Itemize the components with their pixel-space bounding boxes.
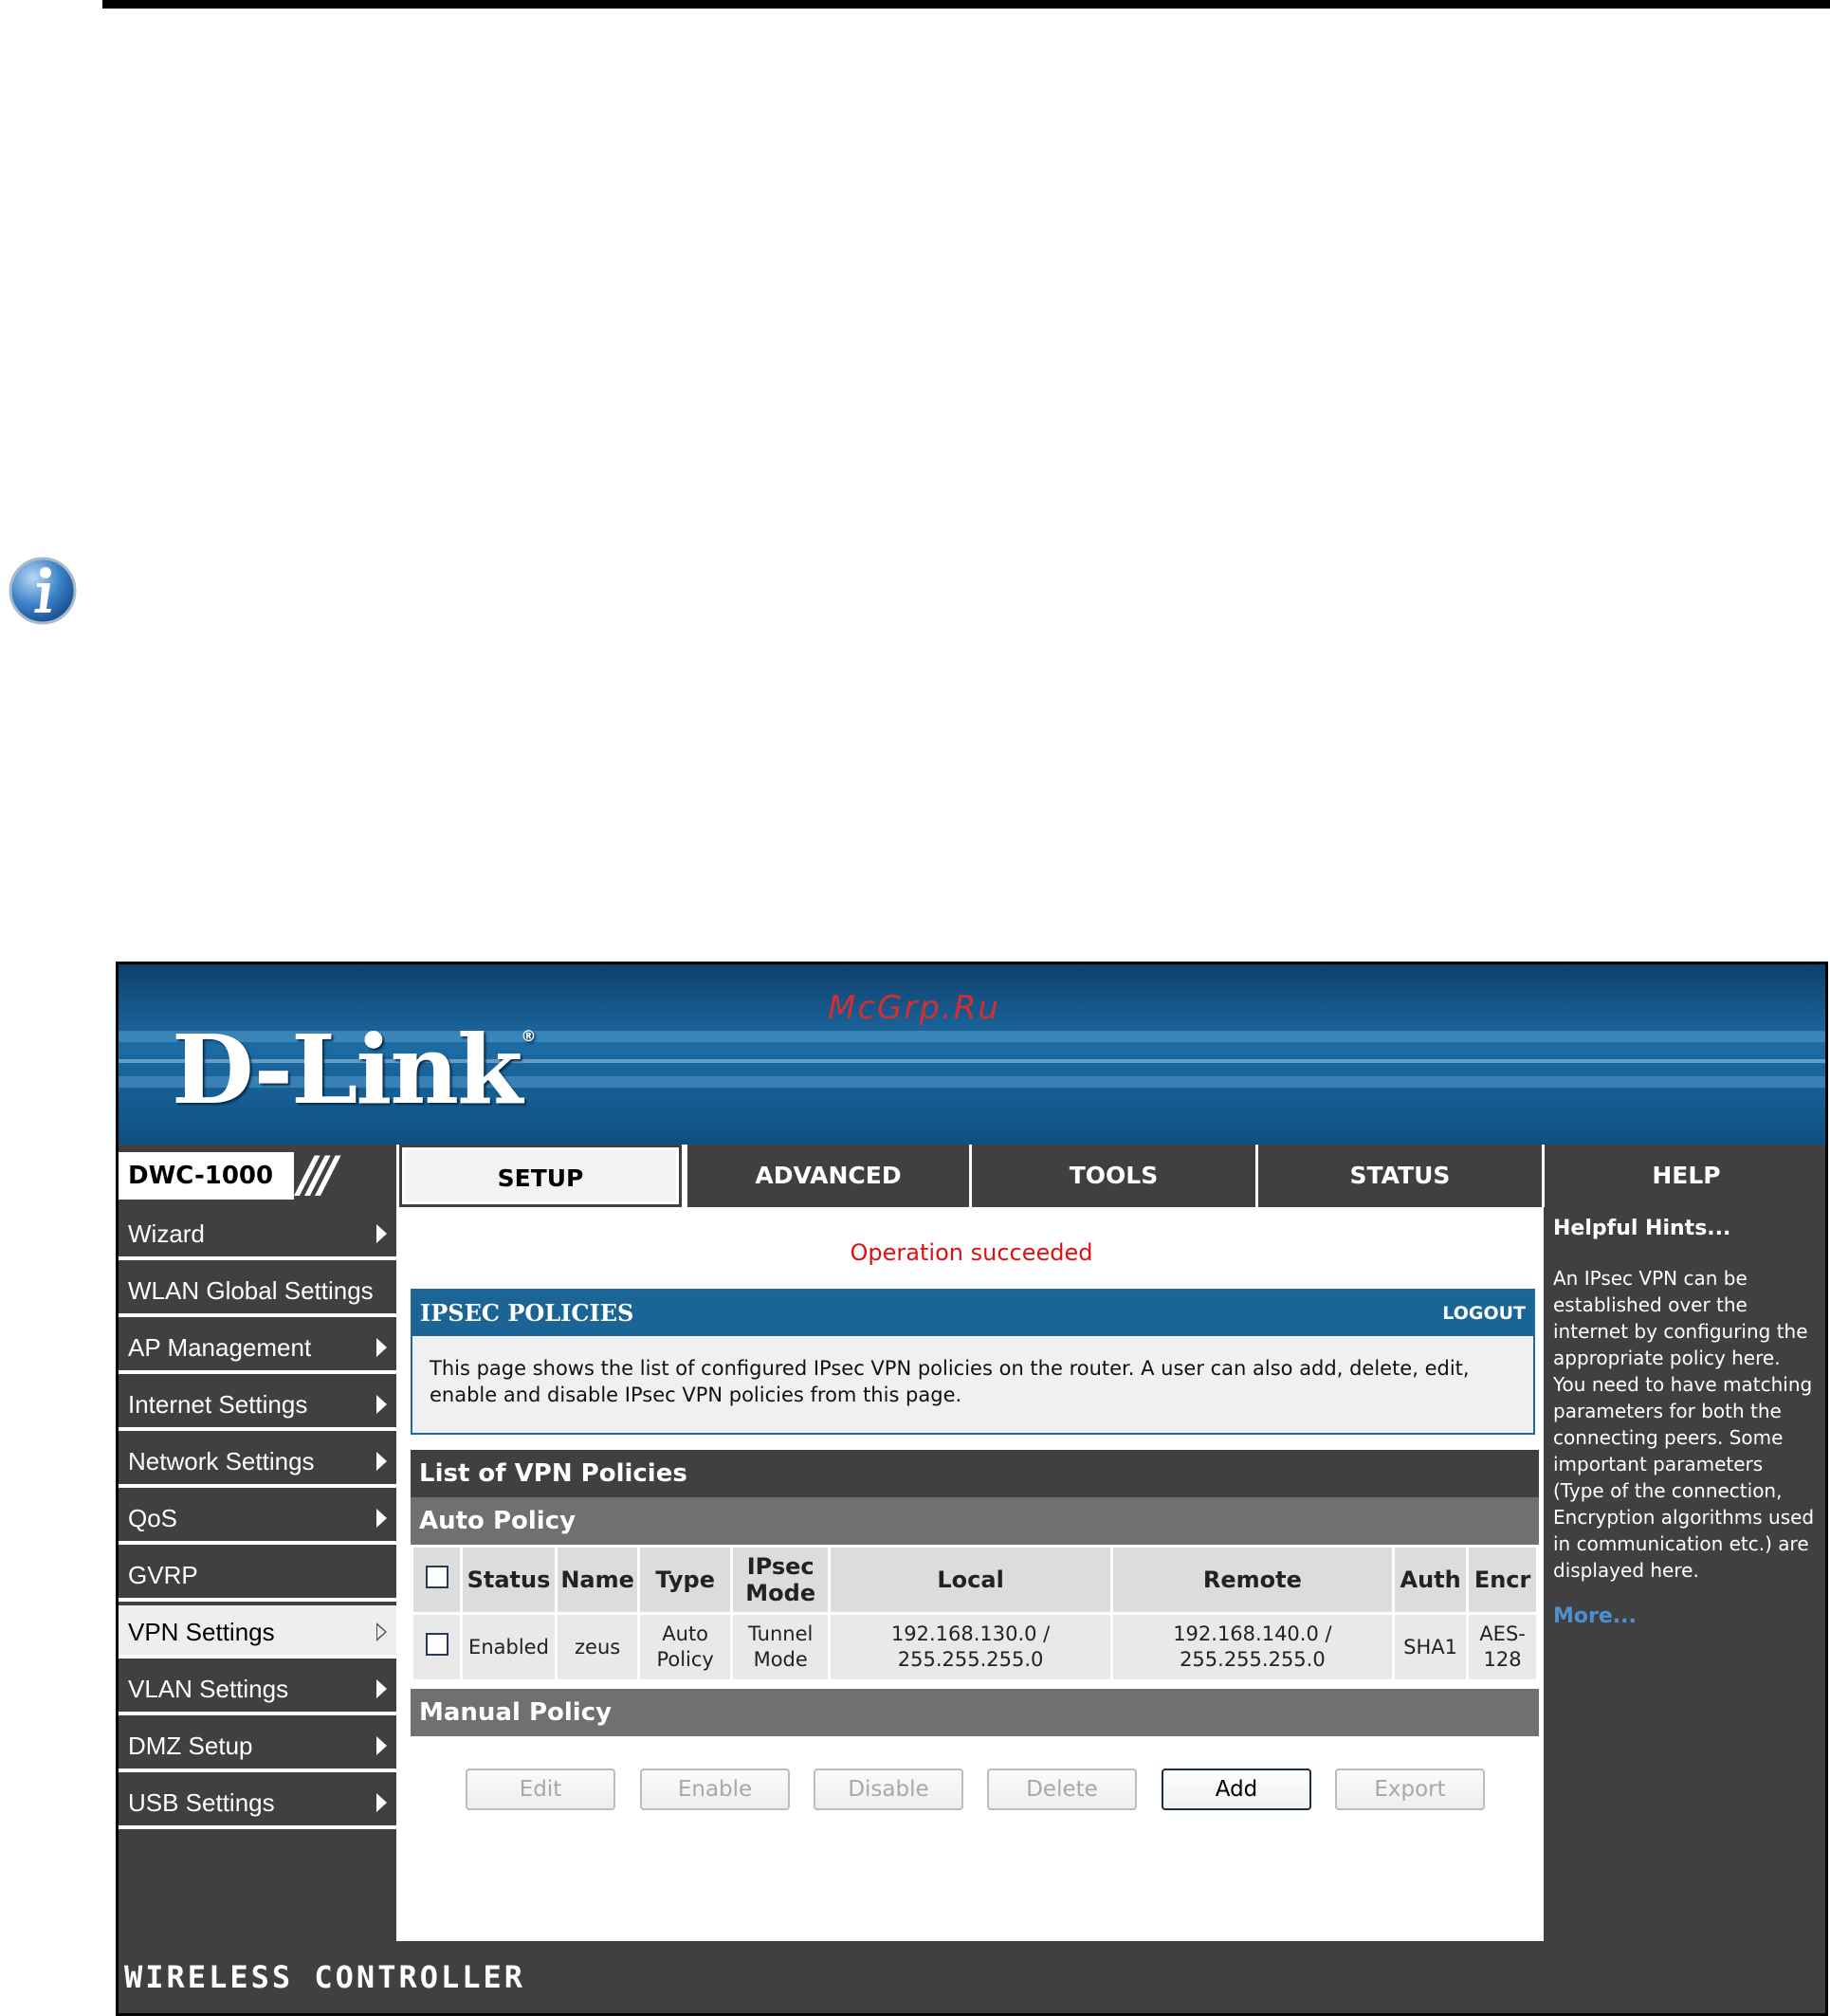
row-select-cell[interactable] (410, 1612, 464, 1682)
help-more-link[interactable]: More... (1553, 1604, 1819, 1628)
chevron-right-outline-icon (376, 1622, 387, 1641)
sidebar-item-wizard[interactable]: Wizard (119, 1207, 396, 1260)
chevron-right-icon (376, 1679, 387, 1698)
chevron-right-icon (376, 1338, 387, 1357)
sidebar-item-gvrp[interactable]: GVRP (119, 1549, 396, 1602)
info-icon (9, 557, 77, 625)
column-header-remote: Remote (1109, 1545, 1396, 1615)
cell-auth: SHA1 (1392, 1612, 1470, 1682)
sidebar-item-label: AP Management (128, 1333, 312, 1362)
sidebar-item-internet-settings[interactable]: Internet Settings (119, 1378, 396, 1431)
watermark: McGrp.Ru (828, 989, 1000, 1027)
panel-header: IPSEC POLICIES LOGOUT (412, 1291, 1533, 1336)
row-checkbox[interactable] (425, 1632, 448, 1656)
model-name: DWC-1000 (119, 1152, 294, 1200)
auto-policy-title: Auto Policy (411, 1497, 1539, 1545)
tab-setup[interactable]: SETUP (399, 1145, 682, 1207)
list-title: List of VPN Policies (411, 1450, 1539, 1497)
help-title: Helpful Hints... (1553, 1217, 1731, 1240)
select-all-cell[interactable] (410, 1545, 464, 1615)
cell-remote: 192.168.140.0 / 255.255.255.0 (1109, 1612, 1396, 1682)
edit-button[interactable]: Edit (466, 1769, 615, 1810)
model-slashes: /// (299, 1146, 338, 1203)
manual-policy-title: Manual Policy (411, 1689, 1539, 1736)
cell-status: Enabled (460, 1612, 558, 1682)
cell-local: 192.168.130.0 / 255.255.255.0 (828, 1612, 1113, 1682)
model-label: DWC-1000 /// (119, 1145, 396, 1207)
sidebar-item-vlan-settings[interactable]: VLAN Settings (119, 1662, 396, 1715)
chevron-right-icon (376, 1452, 387, 1471)
cell-type: Auto Policy (637, 1612, 733, 1682)
sidebar-item-label: QoS (128, 1504, 178, 1532)
column-header-status: Status (460, 1545, 558, 1615)
column-header-type: Type (637, 1545, 733, 1615)
ipsec-policies-panel: IPSEC POLICIES LOGOUT This page shows th… (411, 1289, 1535, 1435)
sidebar-item-usb-settings[interactable]: USB Settings (119, 1776, 396, 1829)
vpn-policy-table: Status Name Type IPsec Mode Local Remote… (410, 1545, 1539, 1682)
tab-advanced[interactable]: ADVANCED (685, 1145, 969, 1207)
sidebar-item-label: WLAN Global Settings (128, 1276, 374, 1305)
tab-tools[interactable]: TOOLS (969, 1145, 1255, 1207)
header-banner: D-Link® McGrp.Ru (119, 964, 1825, 1145)
select-all-checkbox[interactable] (425, 1566, 448, 1588)
column-header-ipsec-mode: IPsec Mode (729, 1545, 832, 1615)
help-text: An IPsec VPN can be established over the… (1553, 1267, 1815, 1582)
sidebar-item-label: Internet Settings (128, 1390, 308, 1419)
page-top-rule (102, 0, 1830, 9)
logout-link[interactable]: LOGOUT (1442, 1291, 1526, 1336)
column-header-auth: Auth (1392, 1545, 1470, 1615)
cell-encr: AES-128 (1466, 1612, 1539, 1682)
status-message: Operation succeeded (850, 1239, 1093, 1266)
column-header-local: Local (828, 1545, 1113, 1615)
sidebar-item-label: VLAN Settings (128, 1675, 289, 1703)
chevron-right-icon (376, 1509, 387, 1528)
dlink-logo: D-Link® (172, 1014, 536, 1126)
router-admin-screen: D-Link® McGrp.Ru DWC-1000 /// SETUP ADVA… (116, 962, 1828, 2016)
help-panel: Helpful Hints... An IPsec VPN can be est… (1544, 1207, 1825, 1947)
sidebar-item-label: Wizard (128, 1219, 205, 1248)
chevron-right-icon (376, 1793, 387, 1812)
sidebar-item-qos[interactable]: QoS (119, 1492, 396, 1545)
column-header-encr: Encr (1466, 1545, 1539, 1615)
column-header-name: Name (554, 1545, 641, 1615)
sidebar-item-ap-management[interactable]: AP Management (119, 1321, 396, 1374)
sidebar-item-label: Network Settings (128, 1447, 315, 1475)
sidebar-item-label: USB Settings (128, 1788, 275, 1817)
cell-name: zeus (554, 1612, 641, 1682)
delete-button[interactable]: Delete (987, 1769, 1137, 1810)
chevron-right-icon (376, 1736, 387, 1755)
sidebar-item-dmz-setup[interactable]: DMZ Setup (119, 1719, 396, 1772)
cell-ipsec-mode: Tunnel Mode (729, 1612, 832, 1682)
sidebar-item-wlan-global-settings[interactable]: WLAN Global Settings (119, 1264, 396, 1317)
sidebar-item-vpn-settings[interactable]: VPN Settings (119, 1605, 396, 1659)
disable-button[interactable]: Disable (814, 1769, 963, 1810)
tab-status[interactable]: STATUS (1255, 1145, 1542, 1207)
page-title: IPSEC POLICIES (420, 1299, 634, 1327)
top-nav: DWC-1000 /// SETUP ADVANCED TOOLS STATUS… (119, 1145, 1825, 1207)
export-button[interactable]: Export (1335, 1769, 1485, 1810)
sidebar-item-label: GVRP (128, 1561, 198, 1589)
tab-help[interactable]: HELP (1542, 1145, 1825, 1207)
table-header-row: Status Name Type IPsec Mode Local Remote… (410, 1545, 1539, 1615)
sidebar-item-label: DMZ Setup (128, 1732, 253, 1760)
page-description: This page shows the list of configured I… (430, 1357, 1470, 1406)
main-content: Operation succeeded IPSEC POLICIES LOGOU… (399, 1207, 1544, 1947)
enable-button[interactable]: Enable (640, 1769, 790, 1810)
sidebar: Wizard WLAN Global Settings AP Managemen… (119, 1207, 396, 1947)
chevron-right-icon (376, 1224, 387, 1243)
add-button[interactable]: Add (1162, 1769, 1311, 1810)
chevron-right-icon (376, 1395, 387, 1414)
sidebar-item-network-settings[interactable]: Network Settings (119, 1435, 396, 1488)
table-row[interactable]: Enabled zeus Auto Policy Tunnel Mode 192… (410, 1612, 1539, 1682)
footer-product-label: WIRELESS CONTROLLER (119, 1941, 1825, 2013)
sidebar-item-label: VPN Settings (128, 1618, 275, 1646)
